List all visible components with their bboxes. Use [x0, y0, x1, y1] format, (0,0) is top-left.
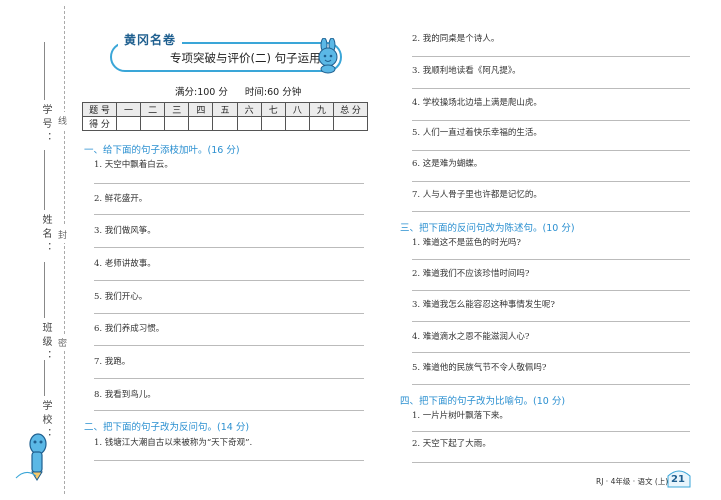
- exam-time: 时间:60 分钟: [244, 87, 302, 98]
- answer-line[interactable]: [94, 214, 364, 215]
- answer-line[interactable]: [94, 313, 364, 314]
- answer-line[interactable]: [94, 460, 364, 461]
- class-line: [44, 262, 45, 318]
- brand-logo: 黄冈名卷: [118, 31, 183, 49]
- name-label: 姓名：: [40, 214, 51, 256]
- question-item: 7. 我跑。: [94, 357, 131, 367]
- answer-line[interactable]: [412, 431, 690, 432]
- score-cell: 七: [260, 102, 286, 117]
- score-cell: 二: [140, 102, 166, 117]
- score-input-cell[interactable]: [260, 116, 286, 131]
- mascot-pencil-icon: [15, 433, 47, 481]
- class-label: 班级：: [40, 322, 51, 364]
- question-item: 7. 人与人骨子里也许都是记忆的。: [412, 190, 542, 200]
- answer-line[interactable]: [412, 321, 690, 322]
- answer-line[interactable]: [94, 280, 364, 281]
- score-cell: 五: [212, 102, 238, 117]
- question-item: 3. 我们做风筝。: [94, 226, 156, 236]
- section-2-heading: 二、把下面的句子改为反问句。(14 分): [84, 422, 250, 433]
- question-item: 2. 我的同桌是个诗人。: [412, 34, 500, 44]
- cut-word-xian: 线: [58, 112, 68, 129]
- score-input-cell[interactable]: [236, 116, 262, 131]
- question-item: 3. 难道我怎么能容忍这种事情发生呢?: [412, 300, 555, 310]
- cut-word-feng: 封: [58, 226, 68, 243]
- question-item: 1. 难道这不是蓝色的时光吗?: [412, 238, 521, 248]
- question-item: 1. 钱塘江大潮自古以来被称为“天下奇观”.: [94, 438, 253, 448]
- name-line: [44, 150, 45, 210]
- school-line: [44, 360, 45, 396]
- score-value-row: 得 分: [82, 116, 368, 131]
- answer-line[interactable]: [412, 56, 690, 57]
- score-cell: 三: [164, 102, 190, 117]
- score-input-cell[interactable]: [284, 116, 310, 131]
- question-item: 2. 鲜花盛开。: [94, 194, 148, 204]
- student-id-label: 学号：: [40, 104, 51, 146]
- answer-line[interactable]: [94, 345, 364, 346]
- question-item: 5. 人们一直过着快乐幸福的生活。: [412, 128, 542, 138]
- answer-line[interactable]: [94, 378, 364, 379]
- score-input-cell[interactable]: [115, 116, 142, 131]
- cut-line: [64, 6, 65, 494]
- question-item: 1. 一片片树叶飘落下来。: [412, 411, 508, 421]
- binding-strip: 学号： 姓名： 班级： 学校： 线 封 密: [0, 0, 76, 500]
- question-item: 4. 难道滴水之恩不能滋润人心?: [412, 332, 530, 342]
- score-input-cell[interactable]: [188, 116, 214, 131]
- answer-line[interactable]: [412, 150, 690, 151]
- section-4-heading: 四、把下面的句子改为比喻句。(10 分): [400, 396, 566, 407]
- score-cell: 题 号: [82, 102, 117, 117]
- question-item: 5. 难道他的民族气节不令人敬佩吗?: [412, 363, 547, 373]
- page-number-badge: 21: [666, 468, 692, 488]
- question-item: 4. 老师讲故事。: [94, 259, 156, 269]
- answer-line[interactable]: [94, 247, 364, 248]
- question-item: 1. 天空中飘着白云。: [94, 160, 173, 170]
- bunny-mascot-icon: [318, 38, 338, 74]
- question-item: 4. 学校操场北边墙上满是爬山虎。: [412, 98, 542, 108]
- score-cell: 一: [115, 102, 142, 117]
- student-id-line: [44, 42, 45, 100]
- answer-line[interactable]: [412, 120, 690, 121]
- question-item: 2. 天空下起了大雨。: [412, 439, 491, 449]
- question-item: 8. 我看到鸟儿。: [94, 390, 156, 400]
- score-cell: 九: [308, 102, 335, 117]
- question-item: 3. 我顺利地读看《阿凡提》。: [412, 66, 521, 76]
- score-input-cell[interactable]: [212, 116, 238, 131]
- full-score: 满分:100 分: [175, 87, 228, 98]
- footer-info: RJ · 4年级 · 语文 (上): [596, 477, 669, 486]
- answer-line[interactable]: [412, 181, 690, 182]
- score-input-cell[interactable]: [140, 116, 166, 131]
- answer-line[interactable]: [412, 290, 690, 291]
- answer-line[interactable]: [412, 211, 690, 212]
- section-3-heading: 三、把下面的反问句改为陈述句。(10 分): [400, 223, 575, 234]
- score-header-row: 题 号 一 二 三 四 五 六 七 八 九 总 分: [82, 102, 368, 117]
- score-table: 题 号 一 二 三 四 五 六 七 八 九 总 分 得 分: [82, 102, 368, 131]
- score-input-cell[interactable]: [308, 116, 335, 131]
- question-item: 6. 这是难为蝴蝶。: [412, 159, 483, 169]
- score-cell: 总 分: [333, 102, 368, 117]
- section-1-heading: 一、给下面的句子添枝加叶。(16 分): [84, 145, 240, 156]
- answer-line[interactable]: [412, 259, 690, 260]
- answer-line[interactable]: [412, 88, 690, 89]
- question-item: 6. 我们养成习惯。: [94, 324, 165, 334]
- page-number: 21: [671, 474, 685, 485]
- score-input-cell[interactable]: [164, 116, 190, 131]
- brand-text: 黄冈名卷: [124, 33, 177, 47]
- answer-line[interactable]: [94, 183, 364, 184]
- question-item: 2. 难道我们不应该珍惜时间吗?: [412, 269, 530, 279]
- question-item: 5. 我们开心。: [94, 292, 148, 302]
- answer-line[interactable]: [412, 462, 690, 463]
- answer-line[interactable]: [412, 352, 690, 353]
- answer-line[interactable]: [412, 384, 690, 385]
- score-cell: 四: [188, 102, 214, 117]
- score-cell: 八: [284, 102, 310, 117]
- score-cell: 六: [236, 102, 262, 117]
- exam-info: 满分:100 分 时间:60 分钟: [175, 84, 301, 98]
- score-cell: 得 分: [82, 116, 117, 131]
- answer-line[interactable]: [94, 410, 364, 411]
- score-input-cell[interactable]: [333, 116, 368, 131]
- cut-word-mi: 密: [58, 334, 68, 351]
- page-title: 专项突破与评价(二) 句子运用: [170, 51, 321, 65]
